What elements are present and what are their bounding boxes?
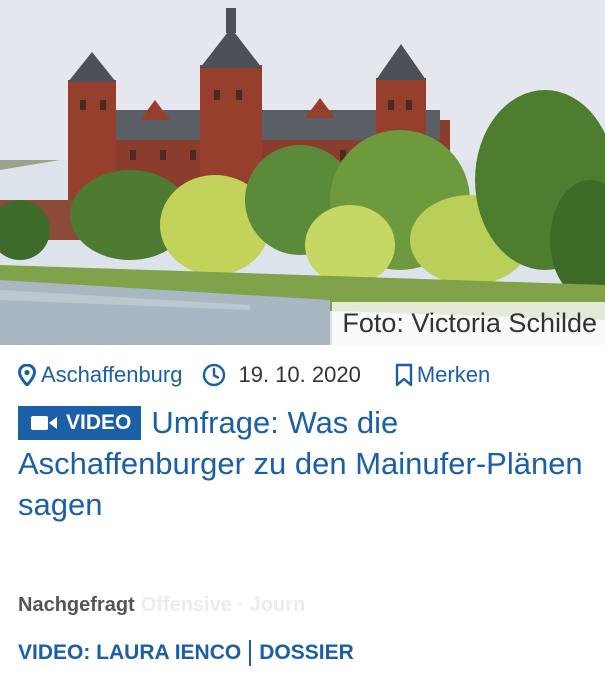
- bookmark-label: Merken: [416, 362, 491, 387]
- faded-series-text: Offensive · Journ: [140, 594, 306, 616]
- byline-divider: [249, 640, 252, 666]
- author-link[interactable]: VIDEO: LAURA IENCO: [18, 641, 241, 665]
- photo-credit: Foto: Victoria Schilde: [332, 302, 605, 345]
- bookmark-button[interactable]: Merken: [395, 362, 490, 388]
- series-label-row: Nachgefragt Offensive · Journ: [18, 594, 305, 617]
- video-badge-label: VIDEO: [66, 411, 132, 434]
- series-label: Nachgefragt: [18, 594, 135, 616]
- hero-image: Foto: Victoria Schilde: [0, 0, 605, 345]
- location-link[interactable]: Aschaffenburg: [18, 362, 182, 388]
- article-headline[interactable]: VIDEO Umfrage: Was die Aschaffenburger z…: [18, 402, 588, 525]
- byline-row: VIDEO: LAURA IENCO DOSSIER: [18, 640, 354, 666]
- location-label: Aschaffenburg: [41, 362, 183, 387]
- publish-date: 19. 10. 2020: [202, 362, 361, 388]
- clock-icon: [203, 363, 226, 387]
- dossier-link[interactable]: DOSSIER: [259, 641, 354, 665]
- video-badge: VIDEO: [18, 406, 142, 440]
- article-meta: Aschaffenburg 19. 10. 2020 Merken: [18, 358, 605, 392]
- map-pin-icon: [18, 364, 36, 386]
- bookmark-icon: [395, 363, 413, 387]
- castle-photo: [0, 0, 605, 345]
- date-label: 19. 10. 2020: [238, 362, 361, 387]
- video-camera-icon: [31, 416, 57, 430]
